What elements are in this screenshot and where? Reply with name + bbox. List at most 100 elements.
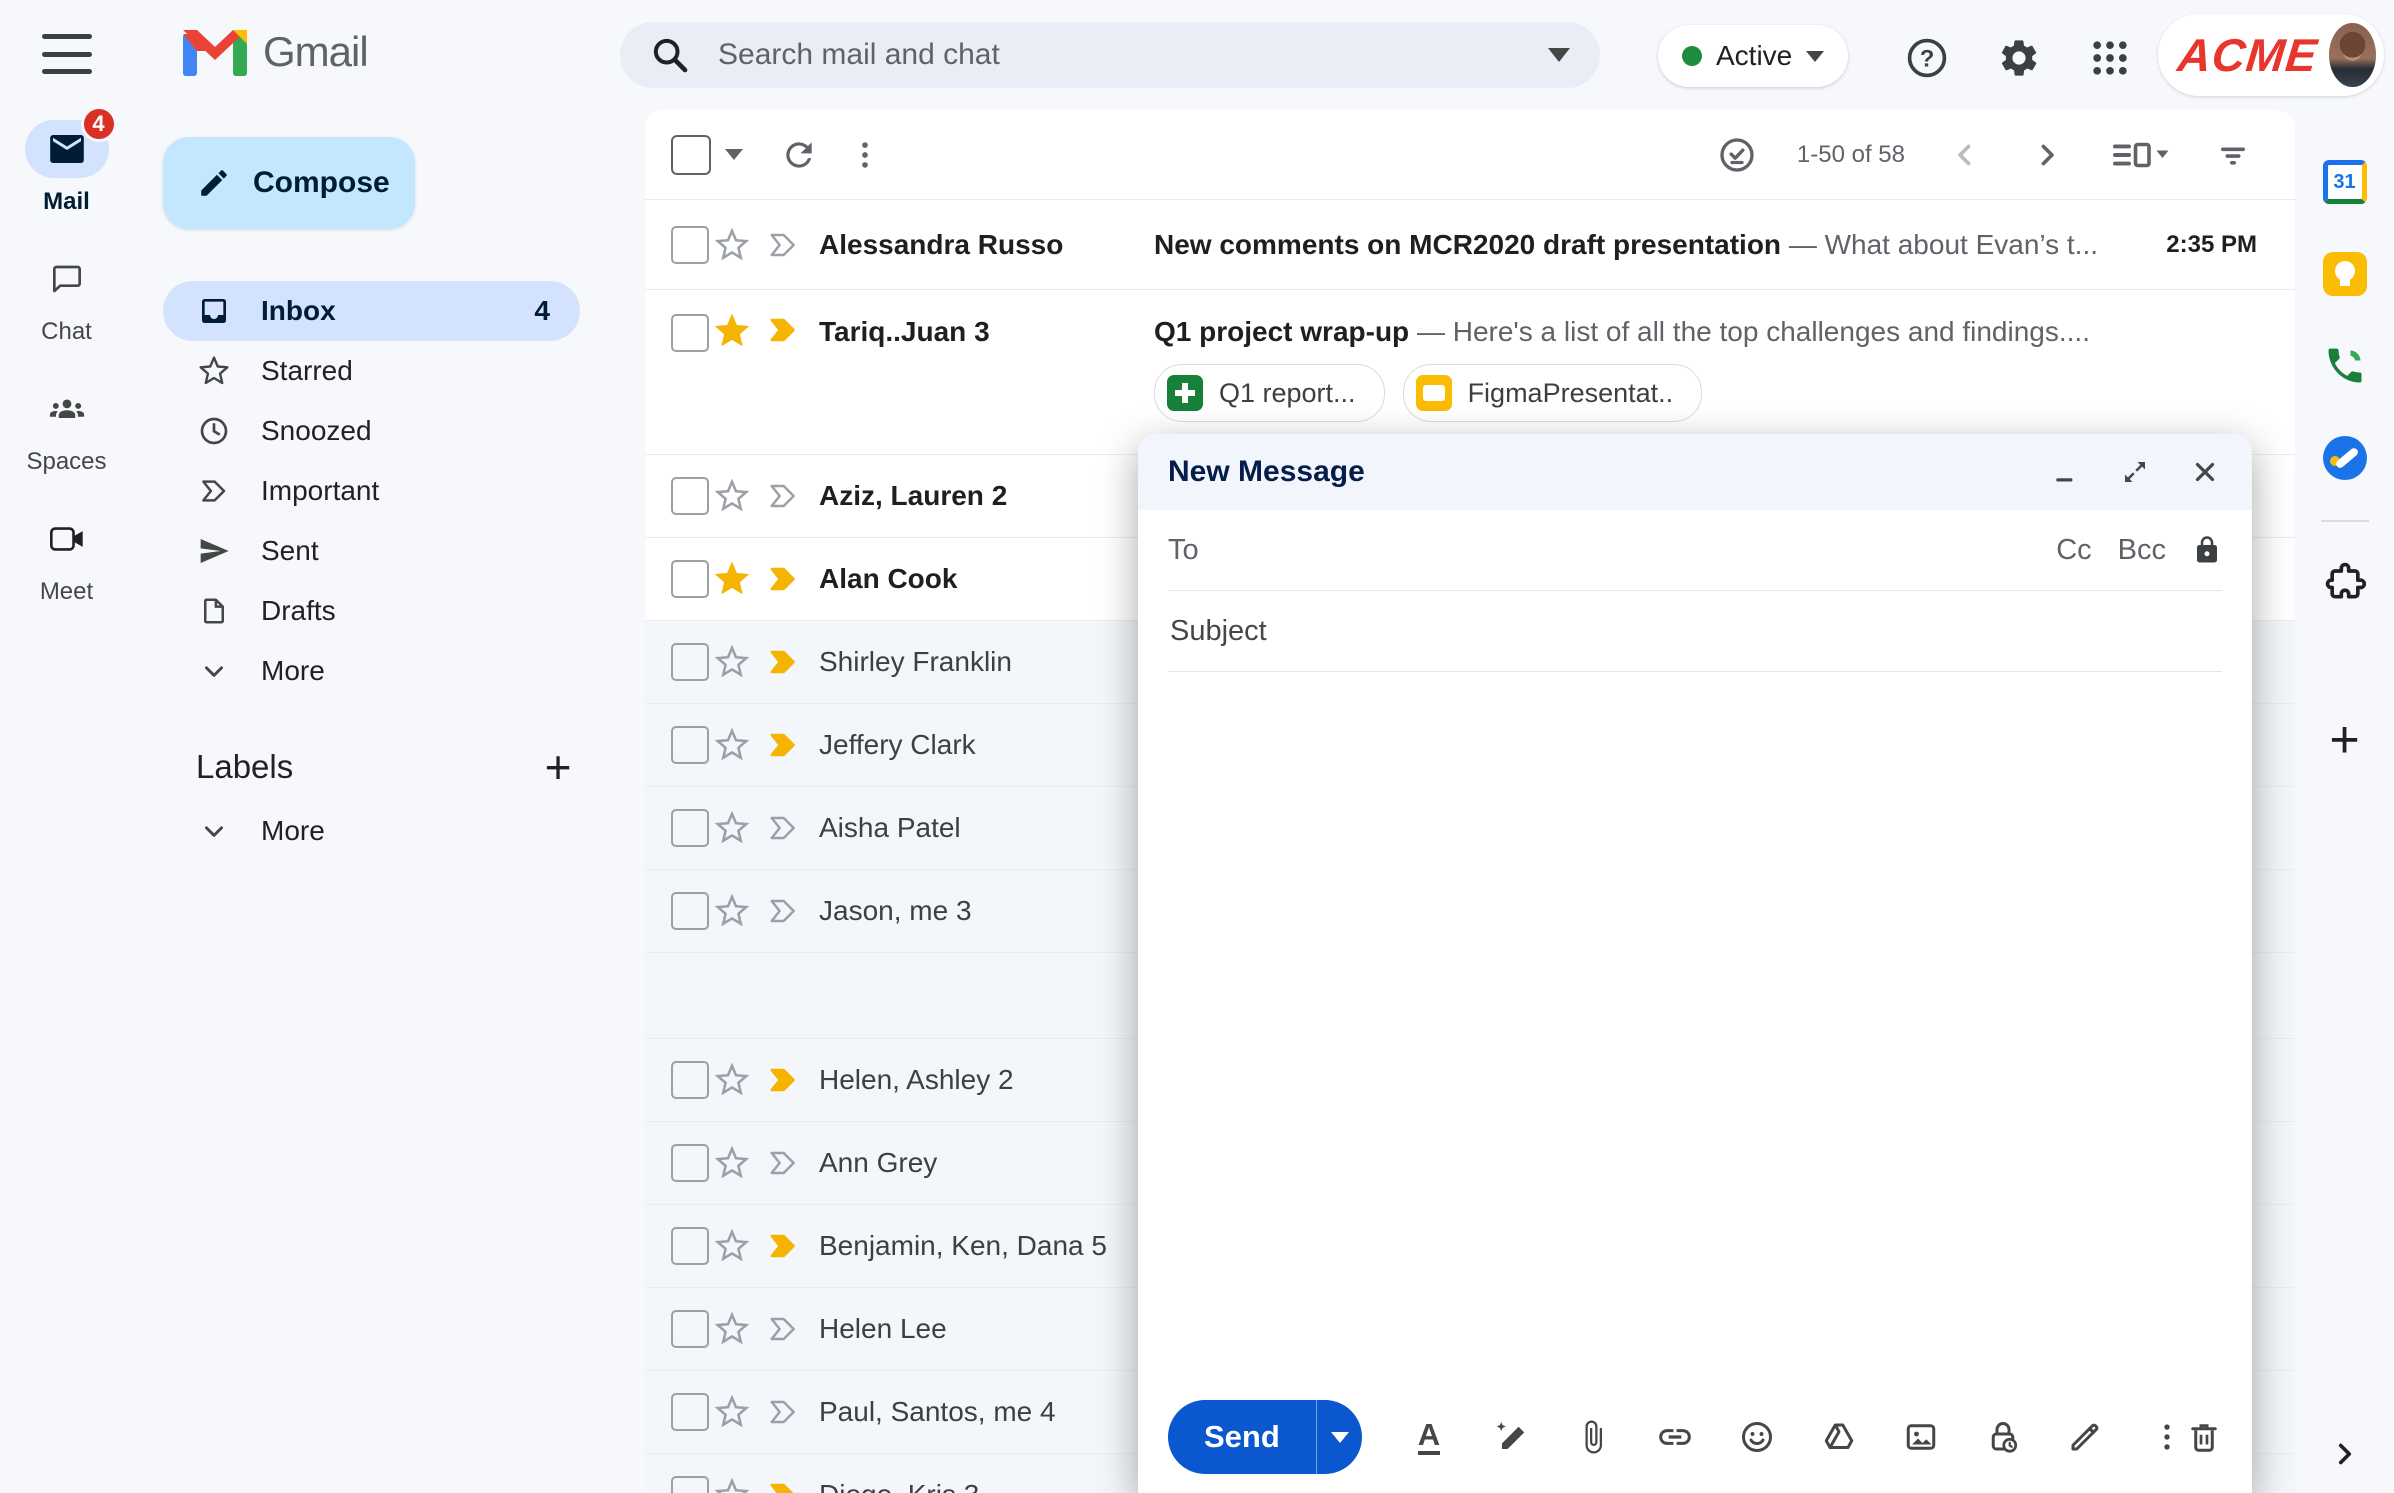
expand-panel-chevron-icon[interactable] bbox=[2328, 1437, 2362, 1471]
importance-marker-icon[interactable] bbox=[767, 1396, 799, 1428]
to-label[interactable]: To bbox=[1168, 534, 1199, 567]
subject-field-row[interactable] bbox=[1168, 591, 2222, 672]
importance-marker-icon[interactable] bbox=[767, 1064, 799, 1096]
send-options-caret-icon[interactable] bbox=[1317, 1400, 1362, 1474]
star-toggle-icon[interactable] bbox=[715, 811, 749, 845]
star-toggle-icon[interactable] bbox=[715, 728, 749, 762]
compose-button[interactable]: Compose bbox=[163, 137, 415, 229]
addons-puzzle-icon[interactable] bbox=[2313, 550, 2377, 614]
keep-icon[interactable] bbox=[2313, 242, 2377, 306]
importance-marker-icon[interactable] bbox=[767, 229, 799, 261]
email-checkbox[interactable] bbox=[671, 643, 709, 681]
attach-file-paperclip-icon[interactable] bbox=[1574, 1418, 1612, 1456]
google-apps-grid-icon[interactable] bbox=[2088, 36, 2132, 80]
star-toggle-icon[interactable] bbox=[715, 1395, 749, 1429]
search-input[interactable] bbox=[716, 37, 1548, 73]
formatting-options-icon[interactable]: A bbox=[1410, 1418, 1448, 1456]
importance-marker-icon[interactable] bbox=[767, 1313, 799, 1345]
importance-marker-icon[interactable] bbox=[767, 480, 799, 512]
to-field-row[interactable]: To Cc Bcc bbox=[1168, 510, 2222, 591]
email-row[interactable]: Tariq..Juan 3 Q1 project wrap-up — Here'… bbox=[645, 290, 2295, 455]
email-checkbox[interactable] bbox=[671, 226, 709, 264]
star-toggle-icon[interactable] bbox=[715, 1312, 749, 1346]
importance-marker-icon[interactable] bbox=[767, 646, 799, 678]
importance-marker-icon[interactable] bbox=[767, 314, 799, 346]
star-toggle-icon[interactable] bbox=[715, 314, 749, 348]
cc-button[interactable]: Cc bbox=[2056, 534, 2091, 567]
sidebar-item-more[interactable]: More bbox=[163, 641, 580, 701]
sidebar-item-drafts[interactable]: Drafts bbox=[163, 581, 580, 641]
search-icon[interactable] bbox=[650, 35, 690, 75]
importance-marker-icon[interactable] bbox=[767, 1479, 799, 1493]
confidential-mode-lock-clock-icon[interactable] bbox=[1984, 1418, 2022, 1456]
email-checkbox[interactable] bbox=[671, 1061, 709, 1099]
star-toggle-icon[interactable] bbox=[715, 1478, 749, 1493]
star-toggle-icon[interactable] bbox=[715, 562, 749, 596]
calendar-icon[interactable]: 31 bbox=[2313, 150, 2377, 214]
rail-item-chat[interactable]: Chat bbox=[0, 250, 133, 346]
sidebar-item-sent[interactable]: Sent bbox=[163, 521, 580, 581]
filter-icon[interactable] bbox=[2211, 133, 2255, 177]
create-label-plus-icon[interactable]: + bbox=[536, 745, 580, 789]
refresh-icon[interactable] bbox=[777, 133, 821, 177]
star-toggle-icon[interactable] bbox=[715, 1229, 749, 1263]
search-bar[interactable] bbox=[620, 22, 1600, 88]
sidebar-item-snoozed[interactable]: Snoozed bbox=[163, 401, 580, 461]
more-send-options-icon[interactable] bbox=[2148, 1418, 2186, 1456]
insert-signature-pen-icon[interactable] bbox=[2066, 1418, 2104, 1456]
attachment-chip[interactable]: Q1 report... bbox=[1154, 364, 1385, 422]
email-checkbox[interactable] bbox=[671, 1144, 709, 1182]
star-toggle-icon[interactable] bbox=[715, 894, 749, 928]
tasks-icon[interactable] bbox=[2313, 426, 2377, 490]
star-toggle-icon[interactable] bbox=[715, 1146, 749, 1180]
email-checkbox[interactable] bbox=[671, 1310, 709, 1348]
insert-link-icon[interactable] bbox=[1656, 1418, 1694, 1456]
insert-emoji-icon[interactable] bbox=[1738, 1418, 1776, 1456]
main-menu-icon[interactable] bbox=[42, 34, 92, 74]
email-checkbox[interactable] bbox=[671, 892, 709, 930]
status-selector[interactable]: Active bbox=[1658, 25, 1848, 87]
mark-done-check-circle-icon[interactable] bbox=[1715, 133, 1759, 177]
labels-more-item[interactable]: More bbox=[197, 815, 325, 847]
older-chevron-right-icon[interactable] bbox=[2025, 133, 2069, 177]
close-icon[interactable] bbox=[2188, 455, 2222, 489]
sidebar-item-inbox[interactable]: Inbox 4 bbox=[163, 281, 580, 341]
importance-marker-icon[interactable] bbox=[767, 1147, 799, 1179]
email-checkbox[interactable] bbox=[671, 314, 709, 352]
get-addons-plus-icon[interactable]: + bbox=[2329, 710, 2359, 770]
discard-draft-trash-icon[interactable] bbox=[2186, 1418, 2222, 1456]
rail-item-meet[interactable]: Meet bbox=[0, 510, 133, 606]
importance-marker-icon[interactable] bbox=[767, 1230, 799, 1262]
sidebar-item-starred[interactable]: Starred bbox=[163, 341, 580, 401]
bcc-button[interactable]: Bcc bbox=[2118, 534, 2166, 567]
email-checkbox[interactable] bbox=[671, 1393, 709, 1431]
email-checkbox[interactable] bbox=[671, 809, 709, 847]
help-icon[interactable]: ? bbox=[1905, 36, 1949, 80]
expand-fullscreen-icon[interactable] bbox=[2118, 455, 2152, 489]
importance-marker-icon[interactable] bbox=[767, 729, 799, 761]
message-body-area[interactable] bbox=[1138, 672, 2252, 1381]
insert-photo-icon[interactable] bbox=[1902, 1418, 1940, 1456]
email-checkbox[interactable] bbox=[671, 477, 709, 515]
star-toggle-icon[interactable] bbox=[715, 479, 749, 513]
importance-marker-icon[interactable] bbox=[767, 895, 799, 927]
email-checkbox[interactable] bbox=[671, 1476, 709, 1493]
split-pane-layout-icon[interactable] bbox=[2107, 133, 2173, 177]
attachment-chip[interactable]: FigmaPresentat.. bbox=[1403, 364, 1703, 422]
send-button[interactable]: Send bbox=[1168, 1400, 1316, 1474]
rail-item-spaces[interactable]: Spaces bbox=[0, 380, 133, 476]
subject-input[interactable] bbox=[1168, 614, 2222, 649]
newer-chevron-left-icon[interactable] bbox=[1943, 133, 1987, 177]
select-options-caret-icon[interactable] bbox=[725, 149, 743, 160]
settings-gear-icon[interactable] bbox=[1997, 36, 2041, 80]
sidebar-item-important[interactable]: Important bbox=[163, 461, 580, 521]
email-row[interactable]: Alessandra Russo New comments on MCR2020… bbox=[645, 200, 2295, 290]
email-checkbox[interactable] bbox=[671, 1227, 709, 1265]
lock-icon[interactable] bbox=[2192, 535, 2222, 565]
minimize-icon[interactable] bbox=[2048, 455, 2082, 489]
compose-header[interactable]: New Message bbox=[1138, 434, 2252, 510]
email-checkbox[interactable] bbox=[671, 726, 709, 764]
insert-from-drive-icon[interactable] bbox=[1820, 1418, 1858, 1456]
importance-marker-icon[interactable] bbox=[767, 812, 799, 844]
star-toggle-icon[interactable] bbox=[715, 645, 749, 679]
